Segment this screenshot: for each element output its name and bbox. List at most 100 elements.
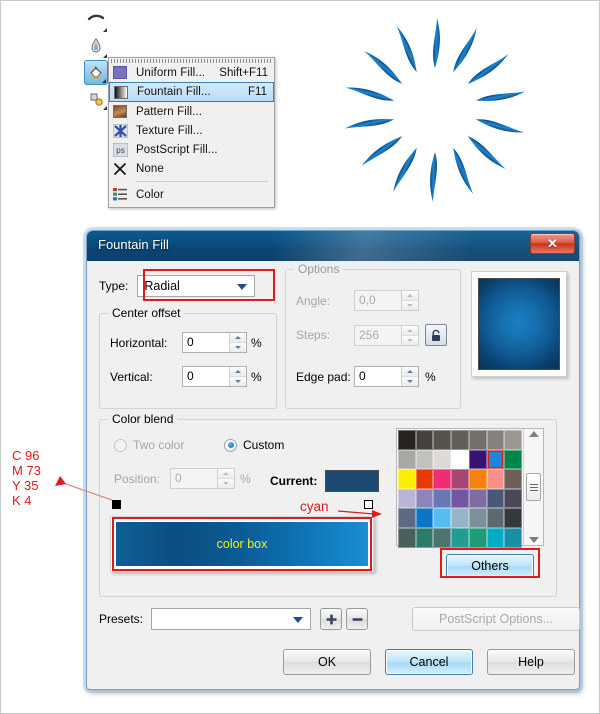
scroll-down-icon[interactable] bbox=[528, 537, 539, 543]
palette-swatch[interactable] bbox=[451, 449, 469, 470]
horizontal-stepper[interactable]: 0 bbox=[182, 332, 247, 353]
palette-swatch[interactable] bbox=[504, 469, 522, 489]
center-offset-title: Center offset bbox=[108, 306, 185, 320]
menu-item-texture-fill[interactable]: Texture Fill... bbox=[109, 121, 274, 140]
palette-swatch[interactable] bbox=[468, 430, 487, 450]
starburst-petal bbox=[453, 27, 477, 73]
palette-swatch[interactable] bbox=[433, 449, 452, 470]
two-color-radio[interactable]: Two color bbox=[114, 438, 184, 452]
palette-swatch[interactable] bbox=[398, 488, 416, 509]
presets-select[interactable] bbox=[151, 608, 312, 630]
palette-swatch[interactable] bbox=[398, 449, 416, 470]
edge-pad-value[interactable]: 0 bbox=[355, 367, 401, 386]
palette-swatch[interactable] bbox=[433, 508, 452, 528]
edge-pad-stepper[interactable]: 0 bbox=[354, 366, 419, 387]
color-palette-grid[interactable] bbox=[397, 429, 523, 548]
type-value: Radial bbox=[144, 279, 180, 293]
vertical-value[interactable]: 0 bbox=[183, 367, 229, 386]
palette-swatch[interactable] bbox=[486, 488, 505, 509]
palette-swatch[interactable] bbox=[433, 488, 452, 509]
palette-swatch[interactable] bbox=[486, 430, 505, 450]
palette-swatch[interactable] bbox=[451, 488, 469, 509]
spin-down-icon[interactable] bbox=[402, 376, 418, 386]
menu-item-postscript-fill[interactable]: ps PostScript Fill... bbox=[109, 140, 274, 159]
horizontal-spin-arrows[interactable] bbox=[229, 333, 246, 352]
cancel-button[interactable]: Cancel bbox=[385, 649, 473, 675]
palette-swatch[interactable] bbox=[468, 449, 487, 470]
horizontal-value[interactable]: 0 bbox=[183, 333, 229, 352]
spin-up-icon[interactable] bbox=[230, 367, 246, 376]
palette-swatch[interactable] bbox=[415, 508, 434, 528]
spin-down-icon[interactable] bbox=[230, 342, 246, 352]
spin-up-icon bbox=[402, 291, 418, 300]
palette-swatch[interactable] bbox=[415, 449, 434, 470]
palette-swatch[interactable] bbox=[504, 527, 522, 548]
type-select[interactable]: Radial bbox=[137, 275, 256, 297]
edge-pad-spin-arrows[interactable] bbox=[401, 367, 418, 386]
palette-swatch[interactable] bbox=[468, 488, 487, 509]
palette-swatch[interactable] bbox=[433, 527, 452, 548]
palette-swatch[interactable] bbox=[433, 469, 452, 489]
palette-swatch[interactable] bbox=[415, 430, 434, 450]
dialog-titlebar[interactable]: Fountain Fill ✕ bbox=[87, 231, 579, 261]
menu-item-none-fill[interactable]: None bbox=[109, 159, 274, 178]
palette-swatch[interactable] bbox=[398, 430, 416, 450]
spin-down-icon[interactable] bbox=[230, 376, 246, 386]
palette-swatch[interactable] bbox=[468, 527, 487, 548]
color-palette[interactable] bbox=[396, 428, 544, 548]
current-color-swatch[interactable] bbox=[325, 470, 380, 492]
help-button[interactable]: Help bbox=[487, 649, 575, 675]
close-icon[interactable]: ✕ bbox=[530, 233, 575, 254]
gradient-node-start[interactable] bbox=[112, 500, 121, 509]
palette-scrollbar[interactable] bbox=[523, 429, 543, 545]
palette-swatch[interactable] bbox=[486, 449, 505, 470]
menu-item-pattern-fill[interactable]: Pattern Fill... bbox=[109, 102, 274, 121]
palette-swatch[interactable] bbox=[398, 469, 416, 489]
gradient-node-end[interactable] bbox=[364, 500, 373, 509]
outline-pen-tool[interactable] bbox=[84, 8, 108, 33]
fill-tool[interactable] bbox=[84, 60, 108, 85]
menu-item-fountain-fill[interactable]: Fountain Fill... F11 bbox=[109, 82, 274, 102]
lock-icon[interactable] bbox=[425, 324, 447, 346]
palette-swatch[interactable] bbox=[451, 527, 469, 548]
starburst-petal bbox=[344, 118, 395, 129]
palette-swatch[interactable] bbox=[433, 430, 452, 450]
starburst-petal bbox=[430, 152, 437, 202]
vertical-spin-arrows[interactable] bbox=[229, 367, 246, 386]
angle-spin-arrows bbox=[401, 291, 418, 310]
palette-swatch[interactable] bbox=[504, 488, 522, 509]
add-preset-button[interactable] bbox=[320, 608, 343, 630]
custom-radio[interactable]: Custom bbox=[224, 438, 284, 452]
palette-swatch[interactable] bbox=[486, 469, 505, 489]
palette-swatch[interactable] bbox=[398, 508, 416, 528]
palette-swatch[interactable] bbox=[504, 449, 522, 470]
palette-swatch[interactable] bbox=[398, 527, 416, 548]
palette-swatch[interactable] bbox=[451, 469, 469, 489]
starburst-petal bbox=[393, 147, 417, 193]
gradient-color-box[interactable]: color box bbox=[116, 522, 368, 566]
palette-swatch[interactable] bbox=[504, 430, 522, 450]
scroll-up-icon[interactable] bbox=[528, 431, 539, 437]
interactive-fill-tool[interactable] bbox=[84, 86, 108, 111]
palette-swatch[interactable] bbox=[468, 508, 487, 528]
eyedropper-tool[interactable] bbox=[84, 34, 108, 59]
palette-swatch[interactable] bbox=[468, 469, 487, 489]
spin-up-icon[interactable] bbox=[402, 367, 418, 376]
scrollbar-thumb[interactable] bbox=[526, 473, 541, 501]
ok-button[interactable]: OK bbox=[283, 649, 371, 675]
spin-up-icon[interactable] bbox=[230, 333, 246, 342]
palette-swatch[interactable] bbox=[451, 508, 469, 528]
menu-item-color-docker[interactable]: Color bbox=[109, 185, 274, 204]
palette-swatch[interactable] bbox=[415, 469, 434, 489]
angle-value: 0,0 bbox=[359, 293, 376, 307]
palette-swatch[interactable] bbox=[415, 488, 434, 509]
palette-swatch[interactable] bbox=[504, 508, 522, 528]
vertical-stepper[interactable]: 0 bbox=[182, 366, 247, 387]
palette-swatch[interactable] bbox=[486, 508, 505, 528]
remove-preset-button[interactable] bbox=[346, 608, 369, 630]
menu-item-uniform-fill[interactable]: Uniform Fill... Shift+F11 bbox=[109, 63, 274, 82]
others-button[interactable]: Others bbox=[446, 554, 534, 578]
palette-swatch[interactable] bbox=[451, 430, 469, 450]
palette-swatch[interactable] bbox=[415, 527, 434, 548]
palette-swatch[interactable] bbox=[486, 527, 505, 548]
